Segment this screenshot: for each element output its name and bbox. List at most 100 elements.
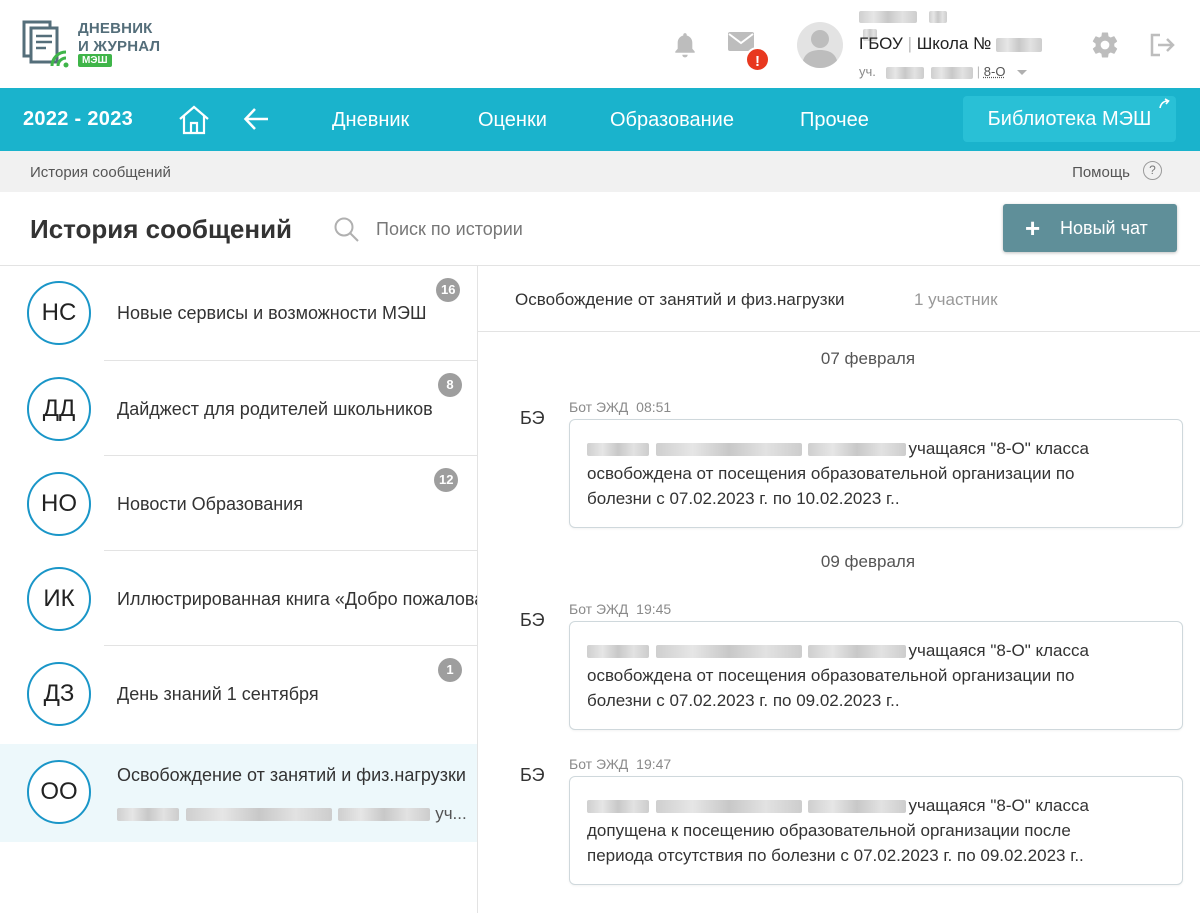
class-label: 8-О	[983, 64, 1006, 79]
redacted-text	[929, 10, 948, 23]
external-link-icon	[1159, 98, 1170, 109]
plus-icon: +	[1025, 213, 1041, 243]
redacted-text	[859, 10, 917, 23]
chat-item-active[interactable]: ОО Освобождение от занятий и физ.нагрузк…	[0, 744, 477, 842]
unread-count-badge: 12	[434, 468, 459, 492]
redacted-text	[655, 800, 802, 814]
nav-education[interactable]: Образование	[610, 109, 734, 132]
chat-item[interactable]: ИК Иллюстрированная книга «Добро пожалов…	[0, 551, 477, 646]
chat-item[interactable]: НО Новости Образования 12	[0, 456, 477, 551]
unread-count-badge: 1	[438, 658, 462, 682]
chat-avatar: ИК	[27, 567, 91, 631]
nav-other[interactable]: Прочее	[800, 109, 869, 132]
logo-line1: ДНЕВНИК	[78, 20, 153, 37]
chat-item[interactable]: ДЗ День знаний 1 сентября 1	[0, 646, 477, 741]
top-header: ДНЕВНИК И ЖУРНАЛ МЭШ ! ГБОУ | Школа № уч…	[0, 0, 1200, 88]
message-text: освобождена от посещения образовательной…	[587, 464, 1075, 483]
chat-preview-tail: уч...	[435, 804, 467, 823]
chat-item[interactable]: НС Новые сервисы и возможности МЭШ 16	[0, 266, 477, 361]
user-name-redacted	[859, 8, 969, 41]
logo[interactable]: ДНЕВНИК И ЖУРНАЛ МЭШ	[22, 18, 172, 70]
logo-tag: МЭШ	[78, 54, 112, 67]
participants-count[interactable]: 1 участник	[914, 290, 998, 310]
school-prefix: ГБОУ	[859, 34, 903, 53]
sender-initials: БЭ	[520, 408, 545, 428]
message-meta: Бот ЭЖД 19:45	[569, 601, 671, 617]
sender-initials: БЭ	[520, 610, 545, 630]
user-role[interactable]: уч. | 8-О	[859, 64, 1028, 79]
chat-avatar: НС	[27, 281, 91, 345]
chat-title: День знаний 1 сентября	[117, 684, 319, 704]
logo-text: ДНЕВНИК И ЖУРНАЛ	[78, 20, 160, 56]
page-title: История сообщений	[30, 214, 293, 244]
conversation-title: Освобождение от занятий и физ.нагрузки	[515, 290, 845, 309]
redacted-text	[338, 808, 431, 822]
message-text: учащаяся "8-О" класса	[908, 439, 1089, 458]
message-meta: Бот ЭЖД 19:47	[569, 756, 671, 772]
redacted-text	[587, 645, 649, 659]
breadcrumb-current: История сообщений	[30, 164, 171, 181]
message-author: Бот ЭЖД	[569, 399, 629, 415]
gear-icon[interactable]	[1090, 30, 1120, 60]
message-line: учащаяся "8-О" класса	[587, 638, 1165, 663]
chat-avatar: ОО	[27, 760, 91, 824]
home-icon[interactable]	[177, 104, 211, 136]
chat-item[interactable]: ДД Дайджест для родителей школьников 8	[0, 361, 477, 456]
unread-count-badge: 16	[436, 278, 461, 302]
redacted-text	[808, 443, 907, 457]
chat-avatar: ДД	[27, 377, 91, 441]
library-button[interactable]: Библиотека МЭШ	[963, 96, 1176, 142]
message-text: учащаяся "8-О" класса	[908, 796, 1089, 815]
bell-icon[interactable]	[672, 31, 698, 59]
message-line: учащаяся "8-О" класса	[587, 436, 1165, 461]
search-input[interactable]	[376, 214, 656, 244]
new-chat-button[interactable]: + Новый чат	[1003, 204, 1177, 252]
redacted-text	[996, 37, 1043, 52]
mail-alert-badge: !	[745, 47, 770, 72]
help-icon[interactable]: ?	[1143, 161, 1162, 180]
school-name: ГБОУ | Школа №	[859, 34, 1043, 54]
chevron-down-icon	[1017, 70, 1028, 76]
logo-icon	[22, 20, 69, 68]
message-bubble: учащаяся "8-О" класса освобождена от пос…	[569, 621, 1183, 730]
message-time: 19:47	[636, 756, 672, 772]
nav-diary[interactable]: Дневник	[332, 109, 409, 132]
message-bubble: учащаяся "8-О" класса освобождена от пос…	[569, 419, 1183, 528]
message-text: допущена к посещению образовательной орг…	[587, 821, 1071, 840]
avatar[interactable]	[797, 22, 843, 68]
search-icon	[334, 217, 359, 242]
school-year[interactable]: 2022 - 2023	[23, 108, 133, 131]
redacted-text	[587, 800, 649, 814]
redacted-text	[655, 645, 802, 659]
logout-icon[interactable]	[1148, 31, 1176, 59]
message-time: 19:45	[636, 601, 672, 617]
chat-list[interactable]: НС Новые сервисы и возможности МЭШ 16 ДД…	[0, 266, 477, 913]
date-separator: 09 февраля	[820, 552, 916, 571]
back-arrow-icon[interactable]	[243, 106, 271, 132]
help-link[interactable]: Помощь	[1072, 164, 1130, 181]
chat-title: Дайджест для родителей школьников	[117, 399, 433, 419]
school-text: Школа №	[916, 34, 992, 53]
chat-title: Иллюстрированная книга «Добро пожаловать	[117, 589, 477, 609]
message-author: Бот ЭЖД	[569, 601, 629, 617]
redacted-text	[587, 443, 649, 457]
new-chat-label: Новый чат	[1060, 218, 1148, 238]
chat-preview: уч...	[117, 804, 467, 824]
redacted-text	[655, 443, 802, 457]
message-time: 08:51	[636, 399, 672, 415]
main-nav: 2022 - 2023 Дневник Оценки Образование П…	[0, 88, 1200, 151]
unread-count-badge: 8	[438, 373, 462, 397]
date-separator: 07 февраля	[820, 349, 916, 368]
nav-grades[interactable]: Оценки	[478, 109, 547, 132]
message-text: учащаяся "8-О" класса	[908, 641, 1089, 660]
chat-title: Освобождение от занятий и физ.нагрузки	[117, 765, 466, 785]
user-silhouette-icon	[802, 30, 838, 68]
redacted-text	[185, 808, 332, 822]
redacted-text	[117, 808, 179, 822]
message-bubble: учащаяся "8-О" класса допущена к посещен…	[569, 776, 1183, 885]
message-author: Бот ЭЖД	[569, 756, 629, 772]
sender-initials: БЭ	[520, 765, 545, 785]
breadcrumb: История сообщений Помощь ?	[0, 151, 1200, 192]
message-line: учащаяся "8-О" класса	[587, 793, 1165, 818]
chat-title: Новые сервисы и возможности МЭШ	[117, 303, 427, 323]
